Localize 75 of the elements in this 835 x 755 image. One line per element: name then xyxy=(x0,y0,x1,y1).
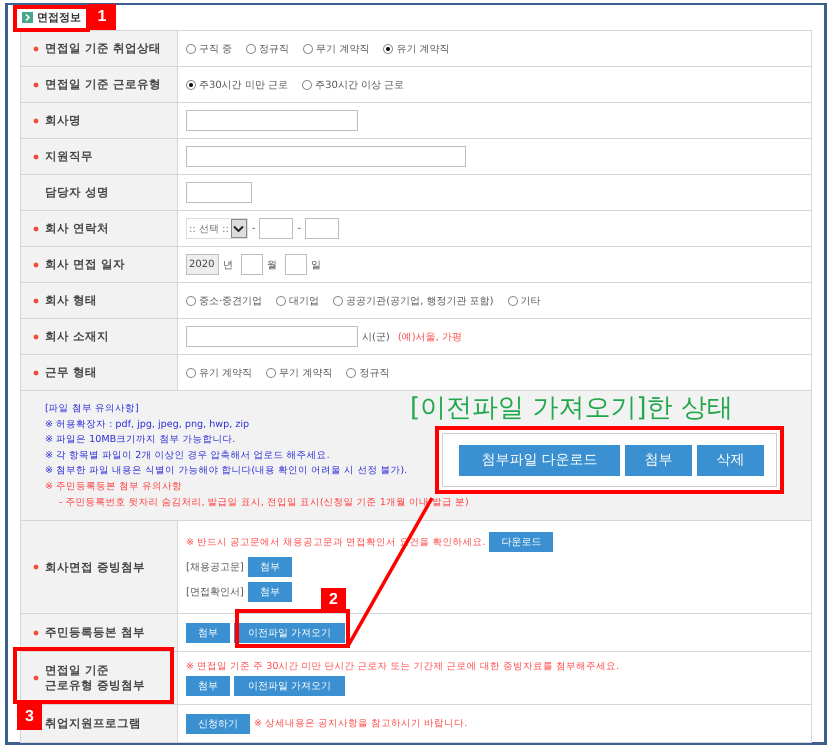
document-label: [면접확인서] xyxy=(186,586,244,600)
chevron-down-icon xyxy=(233,224,244,232)
note-line: ※ 첨부한 파일 내용은 식별이 가능해야 합니다(내용 확인이 어려울 시 선정 불가). xyxy=(45,464,408,478)
phone-field[interactable] xyxy=(305,218,340,239)
step-badge: 3 xyxy=(17,703,42,730)
radio-option[interactable]: 유기 계약직 xyxy=(383,42,450,56)
radio-icon[interactable] xyxy=(508,296,518,306)
field-label: 주민등록등본 첨부 xyxy=(45,625,146,640)
field-label: 회사 면접 일자 xyxy=(45,257,126,272)
radio-icon[interactable] xyxy=(383,44,394,54)
radio-icon[interactable] xyxy=(302,80,312,90)
field-label: 지원직무 xyxy=(45,149,93,164)
text-field[interactable] xyxy=(186,110,358,131)
field-label: 회사명 xyxy=(45,113,81,128)
radio-icon[interactable] xyxy=(186,368,196,378)
unit-text: 시(군) xyxy=(362,330,390,344)
note-line: ※ 각 항목별 파일이 2개 이상인 경우 압축해서 업로드 해주세요. xyxy=(45,448,330,463)
step-badge: 2 xyxy=(321,588,346,612)
field-label: 담당자 성명 xyxy=(45,185,110,200)
field-label: 취업지원프로그램 xyxy=(45,716,141,732)
radio-icon[interactable] xyxy=(276,296,286,306)
document-label: [채용공고문] xyxy=(186,561,244,574)
unit-text: 월 xyxy=(267,258,277,272)
step-badge: 1 xyxy=(88,4,116,30)
radio-icon[interactable] xyxy=(186,44,196,54)
text-field[interactable] xyxy=(186,146,466,167)
radio-option[interactable]: 주30시간 이상 근로 xyxy=(302,78,404,92)
radio-icon[interactable] xyxy=(333,296,344,306)
text-field[interactable] xyxy=(186,182,252,203)
field-label: 회사 소재지 xyxy=(45,329,110,344)
radio-option[interactable]: 정규직 xyxy=(246,42,290,56)
note-line: - 주민등록번호 뒷자리 숨김처리, 발급일 표시, 전입일 표시(신청일 기준 1개월 이내 발급 분) xyxy=(58,496,469,510)
phone-field[interactable] xyxy=(259,218,294,239)
month-field[interactable] xyxy=(241,254,263,275)
radio-icon[interactable] xyxy=(186,296,196,306)
arrow-icon xyxy=(22,12,33,23)
radio-icon[interactable] xyxy=(303,44,314,54)
year-field[interactable]: 2020 xyxy=(186,254,219,275)
field-label: 근무 형태 xyxy=(45,365,98,380)
radio-icon[interactable] xyxy=(186,80,196,90)
radio-icon[interactable] xyxy=(266,368,276,378)
notice-text: ※ 면접일 기준 주 30시간 미만 단시간 근로자 또는 기간제 근로에 대한 증빙자료를 첨부해주세요. xyxy=(186,660,619,674)
radio-icon[interactable] xyxy=(346,368,356,378)
day-field[interactable] xyxy=(285,254,307,275)
field-label: 면접일 기준 근로유형 증빙첨부 xyxy=(45,663,146,694)
field-label: 면접일 기준 근로유형 xyxy=(45,77,162,92)
radio-option[interactable]: 중소·중견기업 xyxy=(186,294,262,308)
radio-option[interactable]: 무기 계약직 xyxy=(303,42,370,56)
field-label: 회사면접 증빙첨부 xyxy=(45,560,146,575)
note-line: ※ 허용확장자 : pdf, jpg, jpeg, png, hwp, zip xyxy=(45,418,250,432)
radio-option[interactable]: 공공기관(공기업, 행정기관 포함) xyxy=(333,294,494,308)
dash: - xyxy=(297,223,302,234)
callout-caption: [이전파일 가져오기]한 상태 xyxy=(410,392,733,425)
example-hint: (예)서울, 가평 xyxy=(398,330,462,344)
field-label: 면접일 기준 취업상태 xyxy=(45,41,162,56)
radio-option[interactable]: 기타 xyxy=(508,294,541,308)
note-line: ※ 주민등록등본 첨부 유의사항 xyxy=(45,480,182,494)
radio-option[interactable]: 유기 계약직 xyxy=(186,366,252,380)
unit-text: 일 xyxy=(311,258,321,272)
note-line: [파일 첨부 유의사항] xyxy=(45,402,139,416)
note-line: ※ 파일은 10MB크기까지 첨부 가능합니다. xyxy=(45,433,236,448)
radio-option[interactable]: 정규직 xyxy=(346,366,390,380)
notice-text: ※ 상세내용은 공지사항을 참고하시기 바랍니다. xyxy=(254,717,468,730)
field-label: 회사 형태 xyxy=(45,293,98,308)
radio-icon[interactable] xyxy=(246,44,256,54)
dash: - xyxy=(252,223,256,234)
radio-option[interactable]: 무기 계약직 xyxy=(266,366,332,380)
radio-option[interactable]: 주30시간 미만 근로 xyxy=(186,78,288,92)
radio-option[interactable]: 대기업 xyxy=(276,294,320,308)
section-title: 면접정보 xyxy=(37,10,81,25)
area-code-select[interactable]: :: 선택 :: xyxy=(186,218,248,239)
unit-text: 년 xyxy=(223,258,233,272)
field-label: 회사 연락처 xyxy=(45,221,110,236)
radio-option[interactable]: 구직 중 xyxy=(186,42,232,56)
city-field[interactable] xyxy=(186,326,358,347)
